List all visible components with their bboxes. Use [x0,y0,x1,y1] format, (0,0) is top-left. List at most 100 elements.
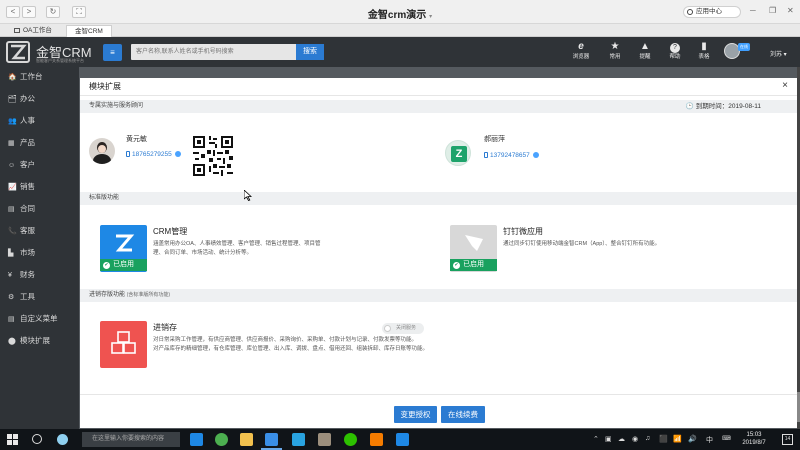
online-badge: 在线 [738,43,750,51]
menu-toggle-button[interactable]: ≡ [103,44,122,61]
windows-start-icon[interactable] [7,434,18,445]
sidebar-item-workbench[interactable]: 🏠 工作台 [0,67,79,87]
toggle-label: 关闭服务 [396,325,417,331]
tray-music-icon[interactable]: ♫ [645,435,650,442]
section-title: 专属实施与服务顾问 [89,103,144,109]
tray-cloud-icon[interactable]: ☁ [618,435,625,443]
sidebar-item-module-extension[interactable]: ⬤ 模块扩展 [0,331,79,351]
photos-app-icon[interactable] [318,433,331,446]
sidebar-item-label: 模块扩展 [20,336,50,345]
module-description: 对日常采购工作管理，有供应商管理、供应商报价、采购询价、采购单、付款计划与记录、… [153,336,443,354]
favorites-label: 常用 [609,54,621,60]
sidebar-item-tools[interactable]: ⚙ 工具 [0,287,79,307]
ime-indicator[interactable]: 中 [706,435,713,445]
consultant-avatar [89,138,115,164]
check-icon: ✔ [453,262,460,269]
reminder-shortcut[interactable]: ▲ 提醒 [632,41,658,61]
notification-center-icon[interactable]: 14 [782,434,793,445]
sidebar-item-label: 工作台 [20,72,43,81]
edge-app-icon[interactable] [190,433,203,446]
search-input[interactable] [131,44,296,60]
tray-app-icon[interactable]: ⬛ [659,435,668,443]
keyboard-icon[interactable]: ⌨ [722,435,731,442]
360-browser-icon[interactable] [215,433,228,446]
change-authorization-button[interactable]: 变更授权 [394,406,437,423]
sidebar-item-products[interactable]: ▦ 产品 [0,133,79,153]
writer-app-icon[interactable] [292,433,305,446]
help-icon: ? [662,41,688,53]
yen-icon: ¥ [8,272,12,279]
sidebar-item-label: 销售 [20,182,35,191]
sidebar-item-label: 工具 [20,292,35,301]
windows-taskbar: 在这里输入你要搜索的内容 ⌃ ▣ ☁ ◉ ♫ ⬛ 📶 🔊 中 ⌨ 15:03 2… [0,429,800,450]
mouse-cursor-icon [244,190,252,201]
clock-date: 2019/8/7 [742,440,766,446]
title-dropdown-icon[interactable]: ▾ [429,14,432,20]
taskbar-search[interactable]: 在这里输入你要搜索的内容 [82,432,180,447]
browser-shortcut[interactable]: e 浏览器 [568,41,594,61]
tray-app-icon[interactable]: ◉ [632,435,638,443]
sidebar-item-hr[interactable]: 👥 人事 [0,111,79,131]
consultant-phone[interactable]: 13792478657 [484,152,539,159]
phone-icon: 📞 [8,228,17,235]
sidebar-item-label: 市场 [20,248,35,257]
dingtalk-enabled-badge: ✔ 已启用 [450,259,497,271]
browser-icon: e [578,41,584,52]
users-icon: 👥 [8,118,17,125]
consultant-phone[interactable]: 18765279255 [126,151,181,158]
tray-app-icon[interactable]: ▣ [605,435,612,443]
tray-expand-icon[interactable]: ⌃ [593,435,599,443]
file-explorer-icon[interactable] [240,433,253,446]
sidebar-item-customers[interactable]: ☺ 客户 [0,155,79,175]
module-title: 进销存 [153,323,177,332]
module-description: 通过同步钉钉使用移动端金智CRM（App）、整合钉钉所有功能。 [503,241,661,247]
company-logo-icon: Z [451,146,467,162]
search-button[interactable]: 搜索 [296,44,324,60]
market-icon: ▙ [8,250,14,257]
sidebar-item-service[interactable]: 📞 客服 [0,221,79,241]
crm-app-icon[interactable] [261,433,282,450]
boxes-icon [111,331,136,354]
sidebar-item-contracts[interactable]: ▤ 合同 [0,199,79,219]
section-standard: 标准版功能 [80,192,797,205]
consultant-avatar: Z [445,140,471,166]
volume-icon[interactable]: 🔊 [688,435,697,443]
tab-jinzhi-crm[interactable]: 金智CRM [66,25,112,37]
tab-label: OA工作台 [23,27,52,34]
user-menu[interactable]: 刘苏 ▾ [770,49,787,58]
phone-number: 13792478657 [490,152,530,159]
taskbar-clock[interactable]: 15:03 2019/8/7 [736,431,772,447]
wechat-icon[interactable] [344,433,357,446]
restore-icon[interactable]: ❐ [769,6,776,15]
sidebar-item-office[interactable]: 🗂 办公 [0,89,79,109]
check-icon: ✔ [103,262,110,269]
cortana-icon[interactable] [32,434,42,444]
close-window-icon[interactable]: ✕ [787,6,794,15]
sidebar-item-sales[interactable]: 📈 销售 [0,177,79,197]
sidebar-item-finance[interactable]: ¥ 财务 [0,265,79,285]
favorites-shortcut[interactable]: ★ 常用 [602,41,628,61]
tab-oa-workbench[interactable]: OA工作台 [6,25,60,37]
sidebar-item-label: 客服 [20,226,35,235]
consultant-name: 郝丽萍 [484,136,505,143]
browser-titlebar: < > ↻ ⛶ 金智crm演示 ▾ 应用中心 ─ ❐ ✕ [0,0,800,24]
home-icon: 🏠 [8,74,17,81]
network-icon[interactable]: 📶 [673,435,682,443]
sidebar-item-marketing[interactable]: ▙ 市场 [0,243,79,263]
crm-enabled-badge: ✔ 已启用 [100,259,147,271]
sidebar-item-custom-menu[interactable]: ▤ 自定义菜单 [0,309,79,329]
help-shortcut[interactable]: ? 帮助 [662,41,688,61]
app-center-button[interactable]: 应用中心 [683,6,741,18]
table-shortcut[interactable]: ▮ 表格 [691,41,717,61]
sidebar-item-label: 办公 [20,94,35,103]
expiry-date: 🕒 到期时间：2019-08-11 [685,103,761,110]
paint-app-icon[interactable] [370,433,383,446]
verified-icon [532,152,539,158]
close-icon[interactable]: × [779,80,791,92]
close-service-toggle[interactable]: 关闭服务 [382,323,424,334]
online-renewal-button[interactable]: 在线续费 [441,406,485,423]
weather-app-icon[interactable] [57,434,68,445]
modal-header: 模块扩展 × [80,78,797,96]
minimize-icon[interactable]: ─ [750,6,756,15]
recorder-app-icon[interactable] [396,433,409,446]
